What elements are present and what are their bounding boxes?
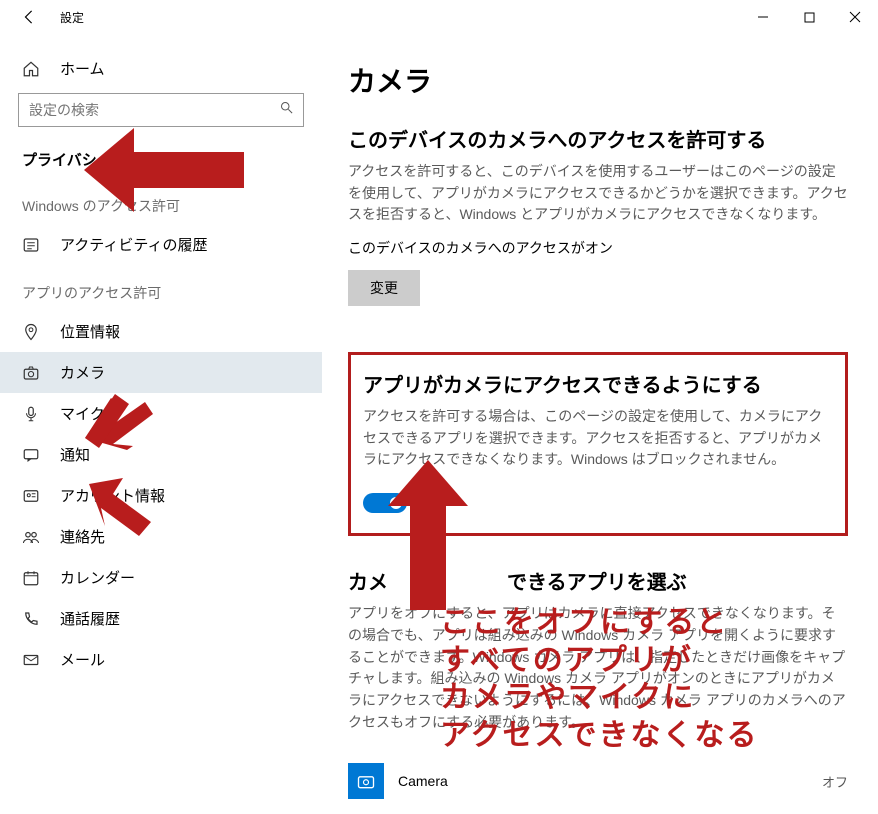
sidebar-item-account-info[interactable]: アカウント情報 <box>0 475 322 516</box>
camera-icon <box>22 364 40 382</box>
sidebar-group-windows: Windows のアクセス許可 <box>0 178 322 224</box>
sidebar-item-activity-history[interactable]: アクティビティの履歴 <box>0 224 322 265</box>
sidebar-item-label: アクティビティの履歴 <box>60 234 207 255</box>
section1-heading: このデバイスのカメラへのアクセスを許可する <box>348 124 848 153</box>
app-list: Camera オフ Cortana <box>348 753 848 814</box>
sidebar-item-location[interactable]: 位置情報 <box>0 311 322 352</box>
sidebar-item-label: カメラ <box>60 362 105 383</box>
section1-status: このデバイスのカメラへのアクセスがオン <box>348 238 848 258</box>
change-button[interactable]: 変更 <box>348 270 420 306</box>
toggle-label: オン <box>421 493 449 513</box>
sidebar-item-email[interactable]: メール <box>0 639 322 680</box>
main-content: カメラ このデバイスのカメラへのアクセスを許可する アクセスを許可すると、このデ… <box>322 34 878 814</box>
app-icon-camera <box>348 763 384 799</box>
sidebar-item-contacts[interactable]: 連絡先 <box>0 516 322 557</box>
sidebar-item-label: 通話履歴 <box>60 608 120 629</box>
section2-paragraph: アクセスを許可する場合は、このページの設定を使用して、カメラにアクセスできるアプ… <box>363 406 829 471</box>
titlebar: 設定 <box>0 0 878 34</box>
sidebar-home[interactable]: ホーム <box>0 48 322 89</box>
sidebar-item-call-history[interactable]: 通話履歴 <box>0 598 322 639</box>
app-status: オフ <box>822 772 848 791</box>
sidebar-item-label: カレンダー <box>60 567 135 588</box>
camera-access-toggle[interactable] <box>363 493 407 513</box>
sidebar-item-label: メール <box>60 649 105 670</box>
section2-heading: アプリがカメラにアクセスできるようにする <box>363 369 829 398</box>
microphone-icon <box>22 405 40 423</box>
sidebar-item-calendar[interactable]: カレンダー <box>0 557 322 598</box>
sidebar-item-microphone[interactable]: マイク <box>0 393 322 434</box>
section3-heading: カメラにアクセスできるアプリを選ぶ <box>348 566 848 595</box>
calendar-icon <box>22 569 40 587</box>
sidebar-item-label: 位置情報 <box>60 321 120 342</box>
history-icon <box>22 236 40 254</box>
app-row: Cortana <box>348 809 848 814</box>
sidebar-item-camera[interactable]: カメラ <box>0 352 322 393</box>
back-button[interactable] <box>22 10 36 24</box>
sidebar-item-label: アカウント情報 <box>60 485 165 506</box>
app-name: Camera <box>398 773 808 789</box>
sidebar-item-label: 連絡先 <box>60 526 105 547</box>
sidebar-item-label: マイク <box>60 403 105 424</box>
notifications-icon <box>22 446 40 464</box>
account-icon <box>22 487 40 505</box>
window-title: 設定 <box>60 9 84 26</box>
section1-paragraph: アクセスを許可すると、このデバイスを使用するユーザーはこのページの設定を使用して… <box>348 161 848 226</box>
call-history-icon <box>22 610 40 628</box>
sidebar-item-label: 通知 <box>60 444 90 465</box>
location-icon <box>22 323 40 341</box>
search-icon <box>279 100 294 120</box>
contacts-icon <box>22 528 40 546</box>
page-title: カメラ <box>348 60 848 100</box>
section3-paragraph: アプリをオフにすると、アプリはカメラに直接アクセスできなくなります。その場合でも… <box>348 603 848 733</box>
sidebar: ホーム プライバシー Windows のアクセス許可 アクティビティの履歴 アプ… <box>0 34 322 814</box>
email-icon <box>22 651 40 669</box>
sidebar-category: プライバシー <box>0 141 322 178</box>
search-input[interactable] <box>18 93 304 127</box>
app-row: Camera オフ <box>348 753 848 809</box>
annotation-highlight-box: アプリがカメラにアクセスできるようにする アクセスを許可する場合は、このページの… <box>348 352 848 536</box>
sidebar-home-label: ホーム <box>60 58 105 79</box>
sidebar-item-notifications[interactable]: 通知 <box>0 434 322 475</box>
maximize-button[interactable] <box>786 0 832 34</box>
sidebar-group-apps: アプリのアクセス許可 <box>0 265 322 311</box>
minimize-button[interactable] <box>740 0 786 34</box>
close-button[interactable] <box>832 0 878 34</box>
home-icon <box>22 60 40 78</box>
